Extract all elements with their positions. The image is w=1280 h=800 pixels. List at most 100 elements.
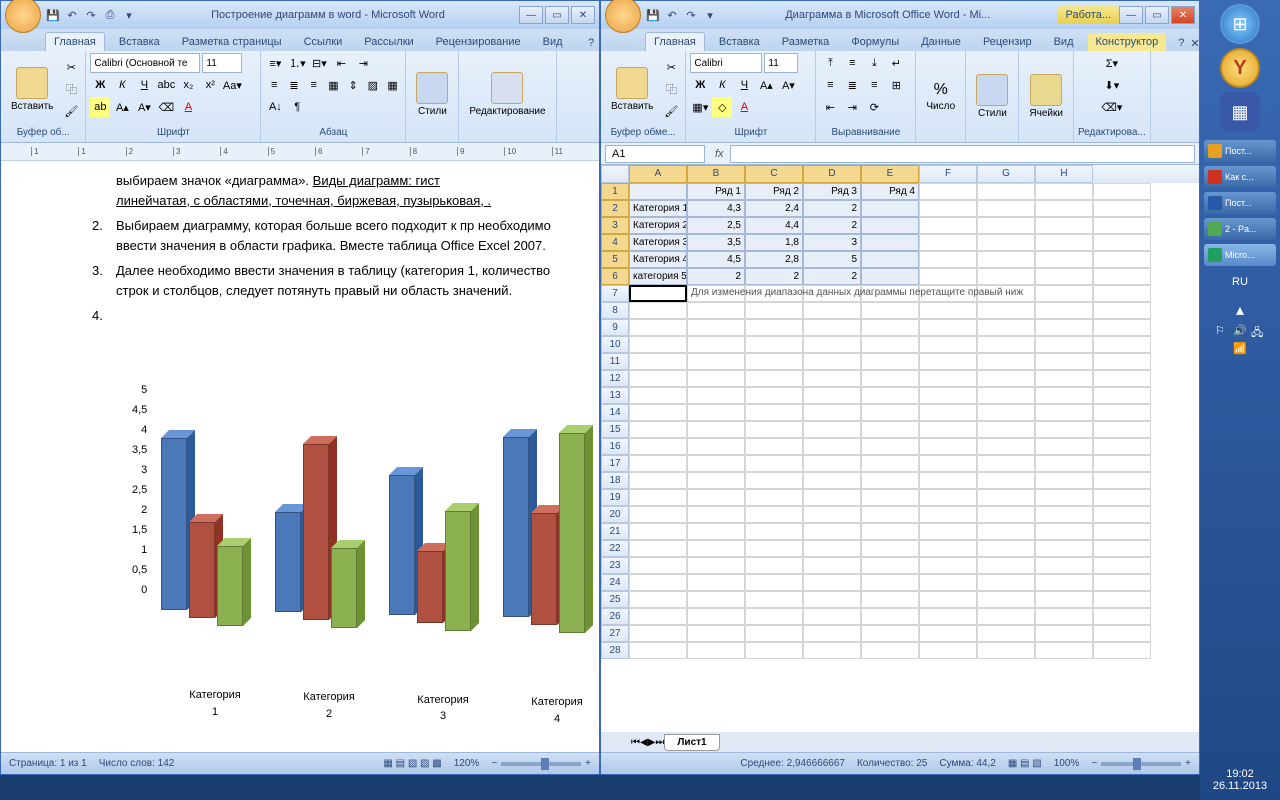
- cell[interactable]: [687, 302, 745, 319]
- cell[interactable]: [977, 421, 1035, 438]
- row-header[interactable]: 3: [601, 217, 629, 234]
- cell[interactable]: [977, 302, 1035, 319]
- row-header[interactable]: 21: [601, 523, 629, 540]
- cell[interactable]: [803, 336, 861, 353]
- col-header[interactable]: F: [919, 165, 977, 183]
- save-icon[interactable]: 💾: [645, 7, 661, 23]
- cell[interactable]: [687, 336, 745, 353]
- row-header[interactable]: 10: [601, 336, 629, 353]
- row-header[interactable]: 24: [601, 574, 629, 591]
- tab-home[interactable]: Главная: [45, 32, 105, 51]
- cell[interactable]: Ряд 3: [803, 183, 861, 200]
- cell[interactable]: [745, 387, 803, 404]
- tab-references[interactable]: Ссылки: [296, 33, 351, 51]
- taskbar-item[interactable]: Как с...: [1204, 166, 1276, 188]
- cell[interactable]: 2,4: [745, 200, 803, 217]
- word-count[interactable]: Число слов: 142: [99, 758, 175, 769]
- row-header[interactable]: 25: [601, 591, 629, 608]
- cell[interactable]: [687, 506, 745, 523]
- cell[interactable]: [919, 404, 977, 421]
- redo-icon[interactable]: ↷: [683, 7, 699, 23]
- cell[interactable]: [745, 591, 803, 608]
- tab-insert[interactable]: Вставка: [111, 33, 168, 51]
- excel-titlebar[interactable]: 💾 ↶ ↷ ▾ Диаграмма в Microsoft Office Wor…: [601, 1, 1199, 29]
- minimize-button[interactable]: —: [1119, 6, 1143, 24]
- tab-design[interactable]: Конструктор: [1088, 33, 1167, 51]
- cell[interactable]: [977, 183, 1035, 200]
- cell[interactable]: [977, 268, 1035, 285]
- paste-button[interactable]: Вставить: [5, 65, 59, 114]
- cell[interactable]: 2: [687, 268, 745, 285]
- underline-button[interactable]: Ч: [134, 75, 154, 95]
- cell[interactable]: [861, 438, 919, 455]
- cell[interactable]: [803, 625, 861, 642]
- cell[interactable]: [629, 183, 687, 200]
- cell[interactable]: [687, 642, 745, 659]
- cell[interactable]: [977, 438, 1035, 455]
- close-button[interactable]: ✕: [1171, 6, 1195, 24]
- cell[interactable]: [977, 217, 1035, 234]
- cell[interactable]: [629, 438, 687, 455]
- row-header[interactable]: 6: [601, 268, 629, 285]
- cell[interactable]: [629, 370, 687, 387]
- cell[interactable]: [745, 557, 803, 574]
- cell[interactable]: [629, 642, 687, 659]
- cell[interactable]: [919, 557, 977, 574]
- row-header[interactable]: 27: [601, 625, 629, 642]
- multilevel-icon[interactable]: ⊟▾: [309, 53, 329, 73]
- cell[interactable]: [687, 489, 745, 506]
- cell[interactable]: [1035, 591, 1093, 608]
- cell[interactable]: [629, 336, 687, 353]
- cell[interactable]: [861, 574, 919, 591]
- cell[interactable]: [1035, 336, 1093, 353]
- maximize-button[interactable]: ▭: [545, 6, 569, 24]
- cell[interactable]: [687, 370, 745, 387]
- cell[interactable]: [919, 608, 977, 625]
- cell[interactable]: [1093, 387, 1151, 404]
- format-painter-icon[interactable]: 🖌: [61, 101, 81, 121]
- bold-button[interactable]: Ж: [690, 75, 710, 95]
- sheet-nav-last-icon[interactable]: ⏭: [655, 737, 664, 748]
- cell[interactable]: [803, 353, 861, 370]
- cell[interactable]: [745, 404, 803, 421]
- cell[interactable]: [1093, 574, 1151, 591]
- cell[interactable]: [745, 472, 803, 489]
- wifi-icon[interactable]: 📶: [1233, 342, 1247, 356]
- start-button[interactable]: ⊞: [1220, 4, 1260, 44]
- row-header[interactable]: 1: [601, 183, 629, 200]
- cell[interactable]: [861, 506, 919, 523]
- cell[interactable]: [977, 506, 1035, 523]
- row-header[interactable]: 12: [601, 370, 629, 387]
- format-painter-icon[interactable]: 🖌: [661, 101, 681, 121]
- cell[interactable]: [861, 234, 919, 251]
- cell[interactable]: [687, 523, 745, 540]
- cell[interactable]: [745, 506, 803, 523]
- redo-icon[interactable]: ↷: [83, 7, 99, 23]
- close-button[interactable]: ✕: [571, 6, 595, 24]
- font-color-button[interactable]: A: [734, 97, 754, 117]
- cell[interactable]: [803, 506, 861, 523]
- cell[interactable]: [1035, 625, 1093, 642]
- italic-button[interactable]: К: [712, 75, 732, 95]
- taskbar-item[interactable]: Пост...: [1204, 140, 1276, 162]
- cell[interactable]: [1093, 523, 1151, 540]
- show-hidden-icons[interactable]: ▴: [1236, 300, 1244, 320]
- cell[interactable]: [803, 404, 861, 421]
- cell[interactable]: [1035, 608, 1093, 625]
- cell[interactable]: Категория 1: [629, 200, 687, 217]
- cell[interactable]: [745, 574, 803, 591]
- cell[interactable]: [977, 557, 1035, 574]
- sheet-nav-next-icon[interactable]: ▶: [648, 737, 656, 748]
- cell[interactable]: 2: [803, 217, 861, 234]
- sheet-nav-prev-icon[interactable]: ◀: [640, 737, 648, 748]
- cell[interactable]: [803, 608, 861, 625]
- row-header[interactable]: 8: [601, 302, 629, 319]
- cell[interactable]: [1093, 506, 1151, 523]
- cell[interactable]: [977, 387, 1035, 404]
- cell[interactable]: [745, 455, 803, 472]
- cell[interactable]: [687, 319, 745, 336]
- cell[interactable]: [977, 608, 1035, 625]
- shading-icon[interactable]: ▨: [364, 75, 382, 95]
- cell[interactable]: [861, 557, 919, 574]
- cell[interactable]: [629, 625, 687, 642]
